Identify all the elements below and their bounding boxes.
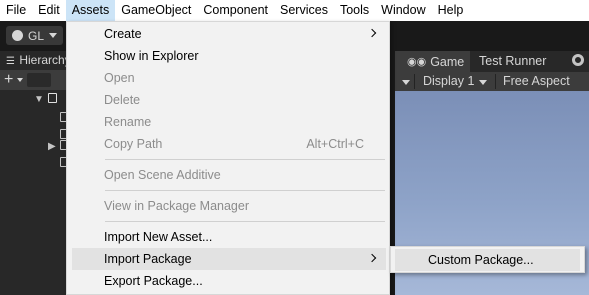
menu-item-delete[interactable]: Delete [72, 89, 386, 111]
menu-item-label: Show in Explorer [104, 49, 199, 63]
menu-item-import-package[interactable]: Import Package [72, 248, 386, 270]
assets-menu: Create Show in Explorer Open Delete Rena… [66, 21, 390, 295]
menu-window[interactable]: Window [375, 0, 431, 21]
menu-edit[interactable]: Edit [32, 0, 66, 21]
display-dropdown[interactable]: Display 1 [423, 72, 474, 91]
menu-assets[interactable]: Assets [65, 0, 116, 21]
menu-item-copy-path[interactable]: Copy Path Alt+Ctrl+C [72, 133, 386, 155]
menu-file[interactable]: File [0, 0, 32, 21]
game-view-toolbar: Display 1 Free Aspect [395, 72, 589, 91]
tab-game[interactable]: ◉◉ Game [395, 51, 470, 72]
chevron-down-icon[interactable] [402, 72, 410, 91]
menu-item-custom-package[interactable]: Custom Package... [395, 249, 580, 271]
tab-test-runner[interactable]: Test Runner [479, 51, 546, 72]
scene-icon [48, 93, 57, 103]
chevron-down-icon[interactable] [17, 78, 24, 82]
tab-hierarchy-label: Hierarchy [19, 53, 66, 67]
gear-icon[interactable] [572, 54, 584, 66]
menu-item-label: Import New Asset... [104, 230, 213, 244]
menu-item-label: Delete [104, 93, 141, 107]
menu-item-import-new-asset[interactable]: Import New Asset... [72, 226, 386, 248]
account-dropdown[interactable]: GL [6, 26, 64, 45]
menu-item-label: Open [104, 71, 135, 85]
gamepad-icon: ◉◉ [407, 56, 427, 68]
menu-item-label: Rename [104, 115, 152, 129]
menu-item-label: Copy Path [104, 137, 163, 151]
chevron-right-icon [367, 28, 377, 38]
menu-item-label: View in Package Manager [104, 199, 249, 213]
menu-component[interactable]: Component [197, 0, 274, 21]
menu-item-view-in-package-manager[interactable]: View in Package Manager [72, 195, 386, 217]
menu-item-label: Create [104, 27, 142, 41]
aspect-dropdown[interactable]: Free Aspect [503, 72, 570, 91]
account-icon [12, 30, 23, 41]
add-icon[interactable]: + [4, 72, 13, 88]
menu-help[interactable]: Help [432, 0, 470, 21]
menu-item-label: Import Package [104, 252, 192, 266]
menu-item-open-scene-additive[interactable]: Open Scene Additive [72, 164, 386, 186]
menu-item-create[interactable]: Create [72, 23, 386, 45]
tab-hierarchy[interactable]: ☰ Hierarchy [0, 51, 66, 70]
menu-item-export-package[interactable]: Export Package... [72, 270, 386, 292]
import-package-submenu: Custom Package... [390, 246, 585, 273]
menu-separator [105, 159, 385, 160]
menu-item-show-in-explorer[interactable]: Show in Explorer [72, 45, 386, 67]
chevron-right-icon [367, 253, 377, 263]
hierarchy-toolbar: + [0, 70, 66, 90]
expand-arrow-icon[interactable]: ▶ [48, 141, 56, 152]
menu-item-rename[interactable]: Rename [72, 111, 386, 133]
chevron-down-icon[interactable] [479, 72, 487, 91]
menu-item-label: Export Package... [104, 274, 203, 288]
divider [414, 74, 415, 89]
chevron-down-icon [49, 33, 58, 38]
shortcut-label: Alt+Ctrl+C [306, 137, 364, 151]
menu-item-label: Open Scene Additive [104, 168, 221, 182]
menu-tools[interactable]: Tools [334, 0, 375, 21]
list-icon: ☰ [6, 56, 15, 67]
menu-item-open[interactable]: Open [72, 67, 386, 89]
menu-separator [105, 221, 385, 222]
tab-game-label: Game [430, 54, 465, 69]
menu-services[interactable]: Services [274, 0, 334, 21]
expand-arrow-icon[interactable]: ▼ [34, 94, 44, 105]
hierarchy-tree: ▼ ▶ [0, 90, 69, 295]
menu-bar: File Edit Assets GameObject Component Se… [0, 0, 589, 21]
divider [495, 74, 496, 89]
hierarchy-search-input[interactable] [27, 73, 52, 87]
menu-gameobject[interactable]: GameObject [115, 0, 197, 21]
menu-separator [105, 190, 385, 191]
account-label: GL [28, 28, 45, 43]
